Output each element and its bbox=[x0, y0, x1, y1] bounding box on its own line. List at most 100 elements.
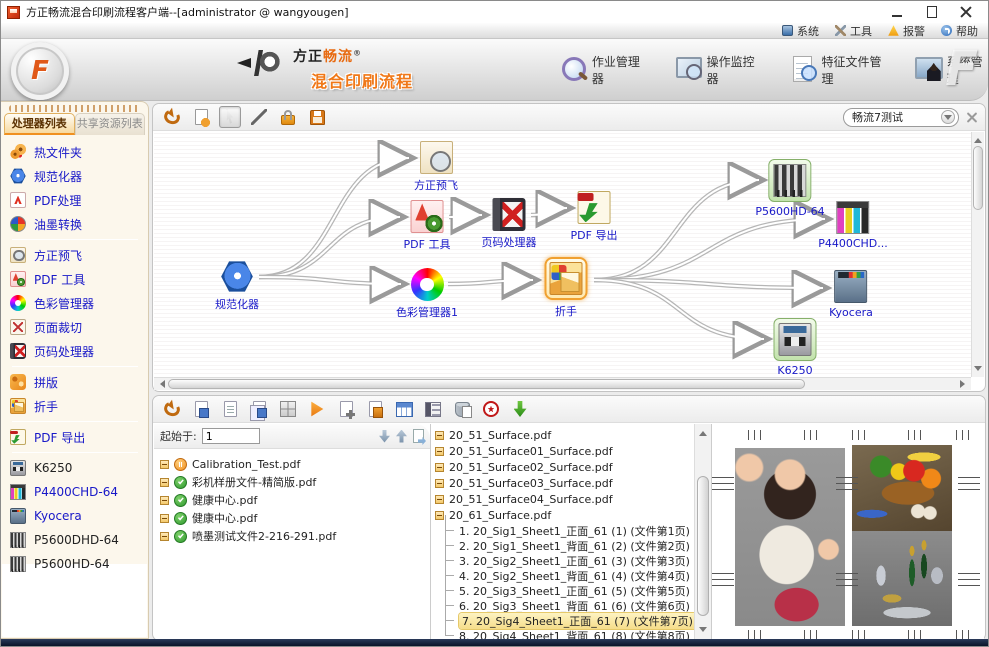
page-row[interactable]: 8. 20_Sig4_Sheet1_背面_61 (8) (文件第8页) bbox=[435, 628, 694, 639]
workflow-canvas[interactable]: 规范化器方正预飞PDF 工具页码处理器色彩管理器1折手PDF 导出P5600HD… bbox=[154, 132, 971, 377]
scroll-down-icon[interactable] bbox=[699, 627, 707, 636]
flow-node-fold[interactable]: 折手 bbox=[545, 257, 588, 319]
flow-node-pdftool[interactable]: PDF 工具 bbox=[404, 200, 451, 252]
tab-共享资源列表[interactable]: 共享资源列表 bbox=[75, 113, 146, 135]
sidebar-item-热文件夹[interactable]: 热文件夹 bbox=[10, 140, 148, 164]
sidebar-item-Kyocera[interactable]: Kyocera bbox=[10, 504, 148, 528]
sidebar-item-PDF 导出[interactable]: PDF 导出 bbox=[10, 425, 148, 449]
menu-item-报警[interactable]: 报警 bbox=[888, 23, 925, 39]
scroll-right-icon[interactable] bbox=[960, 380, 969, 388]
flow-node-pagenum[interactable]: 页码处理器 bbox=[482, 198, 537, 250]
minimize-icon[interactable] bbox=[890, 6, 906, 18]
menu-item-系统[interactable]: 系统 bbox=[782, 23, 819, 39]
tree-expand-icon[interactable] bbox=[435, 479, 444, 488]
flow-node-p5600hd[interactable]: P5600HD-64 bbox=[755, 159, 824, 218]
tree-expand-icon[interactable] bbox=[435, 431, 444, 440]
canvas-horizontal-scrollbar[interactable] bbox=[154, 377, 971, 390]
page-row[interactable]: 7. 20_Sig4_Sheet1_正面_61 (7) (文件第7页) bbox=[435, 613, 694, 628]
sidebar-item-拼版[interactable]: 拼版 bbox=[10, 370, 148, 394]
sidebar-item-方正预飞[interactable]: 方正预飞 bbox=[10, 243, 148, 267]
page-row[interactable]: 6. 20_Sig3_Sheet1_背面_61 (6) (文件第6页) bbox=[435, 598, 694, 613]
job-file-row[interactable]: 彩机样册文件-精简版.pdf bbox=[160, 473, 428, 491]
page-row[interactable]: 3. 20_Sig2_Sheet1_正面_61 (3) (文件第3页) bbox=[435, 553, 694, 568]
tool-copy-db-icon[interactable] bbox=[451, 398, 473, 420]
scroll-thumb[interactable] bbox=[697, 476, 709, 616]
surface-file-row[interactable]: 20_51_Surface02_Surface.pdf bbox=[435, 459, 694, 475]
tool-lock-icon[interactable] bbox=[277, 106, 299, 128]
sidebar-item-规范化器[interactable]: 规范化器 bbox=[10, 164, 148, 188]
template-select[interactable]: 畅流7测试 bbox=[843, 108, 959, 127]
start-at-input[interactable] bbox=[202, 428, 260, 444]
sidebar-item-折手[interactable]: 折手 bbox=[10, 394, 148, 418]
tool-undo-icon[interactable] bbox=[161, 398, 183, 420]
sidebar-item-P5600HD-64[interactable]: P5600HD-64 bbox=[10, 552, 148, 576]
header-button-特征文件管理[interactable]: 特征文件管理 bbox=[789, 53, 884, 87]
page-row[interactable]: 2. 20_Sig1_Sheet1_背面_61 (2) (文件第2页) bbox=[435, 538, 694, 553]
scroll-up-icon[interactable] bbox=[699, 427, 707, 436]
flow-node-k6250[interactable]: K6250 bbox=[774, 318, 817, 377]
surface-file-row[interactable]: 20_61_Surface.pdf bbox=[435, 507, 694, 523]
job-file-row[interactable]: 健康中心.pdf bbox=[160, 491, 428, 509]
tree-expand-icon[interactable] bbox=[160, 478, 169, 487]
sidebar-item-油墨转换[interactable]: 油墨转换 bbox=[10, 212, 148, 236]
tool-new-file-icon[interactable] bbox=[190, 106, 212, 128]
tool-stop-icon[interactable] bbox=[480, 398, 502, 420]
close-icon[interactable] bbox=[958, 6, 974, 18]
surface-file-row[interactable]: 20_51_Surface03_Surface.pdf bbox=[435, 475, 694, 491]
tree-expand-icon[interactable] bbox=[160, 532, 169, 541]
sidebar-item-页面裁切[interactable]: 页面裁切 bbox=[10, 315, 148, 339]
surface-file-row[interactable]: 20_51_Surface01_Surface.pdf bbox=[435, 443, 694, 459]
tool-grid-icon[interactable] bbox=[277, 398, 299, 420]
tree-expand-icon[interactable] bbox=[160, 496, 169, 505]
job-file-row[interactable]: 健康中心.pdf bbox=[160, 509, 428, 527]
page-preview-pane[interactable] bbox=[711, 424, 984, 639]
surface-file-row[interactable]: 20_51_Surface.pdf bbox=[435, 427, 694, 443]
sidebar-item-K6250[interactable]: K6250 bbox=[10, 456, 148, 480]
page-row[interactable]: 5. 20_Sig3_Sheet1_正面_61 (5) (文件第5页) bbox=[435, 583, 694, 598]
tool-play-icon[interactable] bbox=[306, 398, 328, 420]
tab-处理器列表[interactable]: 处理器列表 bbox=[4, 113, 75, 135]
tree-expand-icon[interactable] bbox=[160, 460, 169, 469]
page-list-scrollbar[interactable] bbox=[694, 424, 711, 639]
tool-doc-add-icon[interactable] bbox=[335, 398, 357, 420]
menu-item-帮助[interactable]: 帮助 bbox=[941, 23, 978, 39]
flow-node-p4400[interactable]: P4400CHD... bbox=[818, 201, 888, 250]
tree-expand-icon[interactable] bbox=[435, 463, 444, 472]
dropdown-button[interactable] bbox=[941, 110, 955, 124]
header-button-作业管理器[interactable]: 作业管理器 bbox=[559, 53, 644, 87]
flow-node-colormgr[interactable]: 色彩管理器1 bbox=[396, 268, 458, 320]
tool-pointer-icon[interactable] bbox=[219, 106, 241, 128]
tool-doc-text-icon[interactable] bbox=[219, 398, 241, 420]
scroll-up-icon[interactable] bbox=[974, 134, 982, 143]
sidebar-item-页码处理器[interactable]: 页码处理器 bbox=[10, 339, 148, 363]
sidebar-item-色彩管理器[interactable]: 色彩管理器 bbox=[10, 291, 148, 315]
tool-doc-stamp-icon[interactable] bbox=[364, 398, 386, 420]
scroll-thumb[interactable] bbox=[168, 379, 805, 389]
tree-expand-icon[interactable] bbox=[435, 495, 444, 504]
menu-item-工具[interactable]: 工具 bbox=[835, 23, 872, 39]
scroll-thumb[interactable] bbox=[973, 146, 983, 210]
surface-file-row[interactable]: 20_51_Surface04_Surface.pdf bbox=[435, 491, 694, 507]
job-file-row[interactable]: 喷墨测试文件2-216-291.pdf bbox=[160, 527, 428, 545]
scroll-down-icon[interactable] bbox=[974, 366, 982, 375]
tool-save-icon[interactable] bbox=[306, 106, 328, 128]
tree-expand-icon[interactable] bbox=[435, 511, 444, 520]
tool-table-icon[interactable] bbox=[393, 398, 415, 420]
tree-expand-icon[interactable] bbox=[160, 514, 169, 523]
sidebar-item-PDF 工具[interactable]: PDF 工具 bbox=[10, 267, 148, 291]
job-file-row[interactable]: Calibration_Test.pdf bbox=[160, 455, 428, 473]
tool-line-icon[interactable] bbox=[248, 106, 270, 128]
maximize-icon[interactable] bbox=[924, 6, 940, 18]
tool-undo-icon[interactable] bbox=[161, 106, 183, 128]
tool-download-icon[interactable] bbox=[509, 398, 531, 420]
header-button-操作监控器[interactable]: 操作监控器 bbox=[674, 53, 759, 87]
close-template-icon[interactable] bbox=[966, 112, 977, 123]
flow-node-normalizer[interactable]: 规范化器 bbox=[215, 260, 259, 312]
sidebar-item-P4400CHD-64[interactable]: P4400CHD-64 bbox=[10, 480, 148, 504]
canvas-vertical-scrollbar[interactable] bbox=[971, 132, 984, 377]
tree-expand-icon[interactable] bbox=[435, 447, 444, 456]
sidebar-item-P5600DHD-64[interactable]: P5600DHD-64 bbox=[10, 528, 148, 552]
flow-node-kyocera[interactable]: Kyocera bbox=[829, 270, 873, 319]
flow-node-preflight[interactable]: 方正预飞 bbox=[414, 141, 458, 193]
page-row[interactable]: 4. 20_Sig2_Sheet1_背面_61 (4) (文件第4页) bbox=[435, 568, 694, 583]
